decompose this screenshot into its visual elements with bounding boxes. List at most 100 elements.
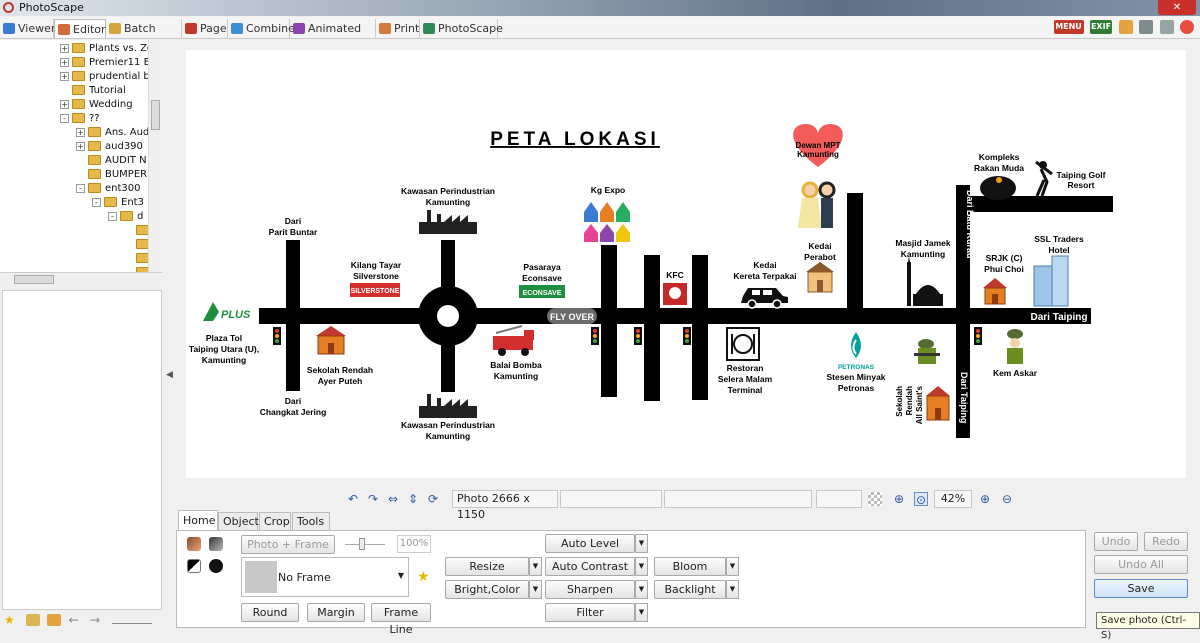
expand-icon[interactable]: + — [60, 71, 69, 81]
forward-arrow-icon[interactable]: → — [90, 614, 104, 626]
expand-icon[interactable]: + — [76, 127, 85, 137]
pane-splitter[interactable]: ◀ — [164, 40, 176, 630]
favorite-star-icon[interactable]: ★ — [417, 569, 430, 585]
window-icon[interactable] — [1139, 20, 1153, 34]
rotate-arbitrary-icon[interactable]: ⟳ — [426, 492, 440, 506]
tree-item[interactable]: -d — [108, 210, 143, 224]
add-folder-icon[interactable] — [25, 614, 40, 626]
zoom-out-icon[interactable]: ⊖ — [1000, 492, 1014, 506]
filter-button[interactable]: Filter — [545, 603, 635, 622]
collapse-icon[interactable]: - — [60, 113, 69, 123]
bloom-button[interactable]: Bloom — [654, 557, 726, 576]
frame-size-slider[interactable] — [345, 544, 385, 545]
flip-vertical-icon[interactable]: ⇕ — [406, 492, 420, 506]
bloom-dropdown[interactable]: ▼ — [726, 557, 739, 576]
collapse-arrow-icon[interactable]: ◀ — [166, 370, 173, 380]
expand-icon[interactable]: + — [60, 99, 69, 109]
close-window-button[interactable]: ✕ — [1158, 0, 1196, 15]
collapse-icon[interactable]: - — [108, 211, 117, 221]
expand-icon[interactable]: + — [60, 43, 69, 53]
thumbnail-list[interactable] — [2, 290, 162, 610]
tab-tools[interactable]: Tools — [292, 512, 330, 530]
scrollbar-thumb[interactable] — [151, 100, 160, 130]
collapse-icon[interactable]: - — [92, 197, 101, 207]
round-button[interactable]: Round — [241, 603, 299, 622]
tree-vertical-scrollbar[interactable] — [148, 40, 162, 272]
tab-combine[interactable]: Combine — [228, 19, 295, 38]
auto-level-dropdown[interactable]: ▼ — [635, 534, 648, 553]
frame-style-icon[interactable] — [187, 537, 201, 551]
backlight-button[interactable]: Backlight — [654, 580, 726, 599]
back-arrow-icon[interactable]: ← — [69, 614, 83, 626]
redo-button[interactable]: Redo — [1144, 532, 1188, 551]
frame-line-button[interactable]: Frame Line — [371, 603, 431, 636]
photo-canvas-area[interactable]: PETA LOKASI FLY OVER Dewan MPT Kamunting… — [176, 40, 1196, 487]
bright-color-button[interactable]: Bright,Color — [445, 580, 529, 599]
tab-viewer[interactable]: Viewer — [0, 19, 55, 38]
menu-button[interactable]: MENU — [1053, 20, 1084, 34]
folder-icon[interactable] — [1118, 20, 1133, 34]
collapse-icon[interactable]: - — [76, 183, 85, 193]
thumbnail-size-slider[interactable] — [111, 622, 152, 624]
frame-style-icon[interactable] — [209, 559, 223, 573]
tree-item[interactable]: - ent300 — [76, 182, 141, 196]
rotate-right-icon[interactable]: ↷ — [366, 492, 380, 506]
tree-item[interactable]: + Ans. Aud — [76, 126, 149, 140]
expand-icon[interactable]: + — [60, 57, 69, 67]
tree-horizontal-scrollbar[interactable] — [0, 272, 162, 286]
folder-icon[interactable] — [47, 614, 61, 626]
auto-contrast-button[interactable]: Auto Contrast — [545, 557, 635, 576]
tab-crop[interactable]: Crop — [259, 512, 291, 530]
filter-dropdown[interactable]: ▼ — [635, 603, 648, 622]
transparency-icon[interactable] — [868, 492, 882, 506]
tab-editor[interactable]: Editor — [54, 19, 106, 38]
photo-frame-button[interactable]: Photo + Frame — [241, 535, 335, 554]
copy-icon[interactable] — [1159, 20, 1174, 34]
sharpen-dropdown[interactable]: ▼ — [635, 580, 648, 599]
folder-tree[interactable]: + Plants vs. Zo + Premier11 E + prudential b T… — [0, 40, 162, 272]
bright-color-dropdown[interactable]: ▼ — [529, 580, 542, 599]
tab-object[interactable]: Object — [218, 512, 259, 530]
auto-contrast-dropdown[interactable]: ▼ — [635, 557, 648, 576]
resize-button[interactable]: Resize — [445, 557, 529, 576]
undo-all-button[interactable]: Undo All — [1094, 555, 1188, 574]
tab-home[interactable]: Home — [178, 510, 218, 530]
tree-item[interactable]: -?? — [60, 112, 100, 126]
tree-item[interactable]: + Wedding — [60, 98, 133, 112]
tab-page[interactable]: Page — [182, 19, 228, 38]
undo-button[interactable]: Undo — [1094, 532, 1138, 551]
save-button[interactable]: Save — [1094, 579, 1188, 598]
frame-style-icon[interactable] — [209, 537, 223, 551]
tree-item[interactable]: + prudential b — [60, 70, 150, 84]
tab-photoscape[interactable]: PhotoScape — [420, 19, 503, 38]
slider-thumb[interactable] — [359, 538, 365, 550]
star-icon[interactable]: ★ — [4, 614, 18, 626]
tree-item[interactable]: AUDIT N — [76, 154, 147, 168]
tree-item[interactable]: + Plants vs. Zo — [60, 42, 153, 56]
margin-button[interactable]: Margin — [307, 603, 365, 622]
flip-horizontal-icon[interactable]: ⇔ — [386, 492, 400, 506]
tree-item[interactable]: + Premier11 E — [60, 56, 150, 70]
tab-print[interactable]: Print — [376, 19, 420, 38]
tree-item[interactable]: - Ent3 — [92, 196, 144, 210]
tab-batch-editor[interactable]: Batch Editor — [106, 19, 182, 54]
frame-percent-field[interactable]: 100% — [397, 535, 431, 553]
tab-animated-gif[interactable]: Animated GIF — [290, 19, 376, 54]
tree-item[interactable]: BUMPER — [76, 168, 147, 182]
expand-icon[interactable]: + — [76, 141, 85, 151]
photo-canvas[interactable]: PETA LOKASI FLY OVER Dewan MPT Kamunting… — [186, 50, 1186, 478]
tree-item[interactable]: Tutorial — [60, 84, 126, 98]
sharpen-button[interactable]: Sharpen — [545, 580, 635, 599]
backlight-dropdown[interactable]: ▼ — [726, 580, 739, 599]
help-icon[interactable] — [1180, 20, 1194, 34]
exif-button[interactable]: EXIF — [1090, 20, 1112, 34]
rotate-left-icon[interactable]: ↶ — [346, 492, 360, 506]
zoom-actual-icon[interactable]: ⊙ — [914, 492, 928, 507]
auto-level-button[interactable]: Auto Level — [545, 534, 635, 553]
zoom-fit-icon[interactable]: ⊕ — [892, 492, 906, 506]
zoom-in-icon[interactable]: ⊕ — [978, 492, 992, 506]
resize-dropdown[interactable]: ▼ — [529, 557, 542, 576]
frame-select[interactable]: No Frame ▼ — [241, 557, 409, 597]
frame-style-icon[interactable] — [187, 559, 201, 573]
tree-item[interactable]: + aud390 — [76, 140, 143, 154]
